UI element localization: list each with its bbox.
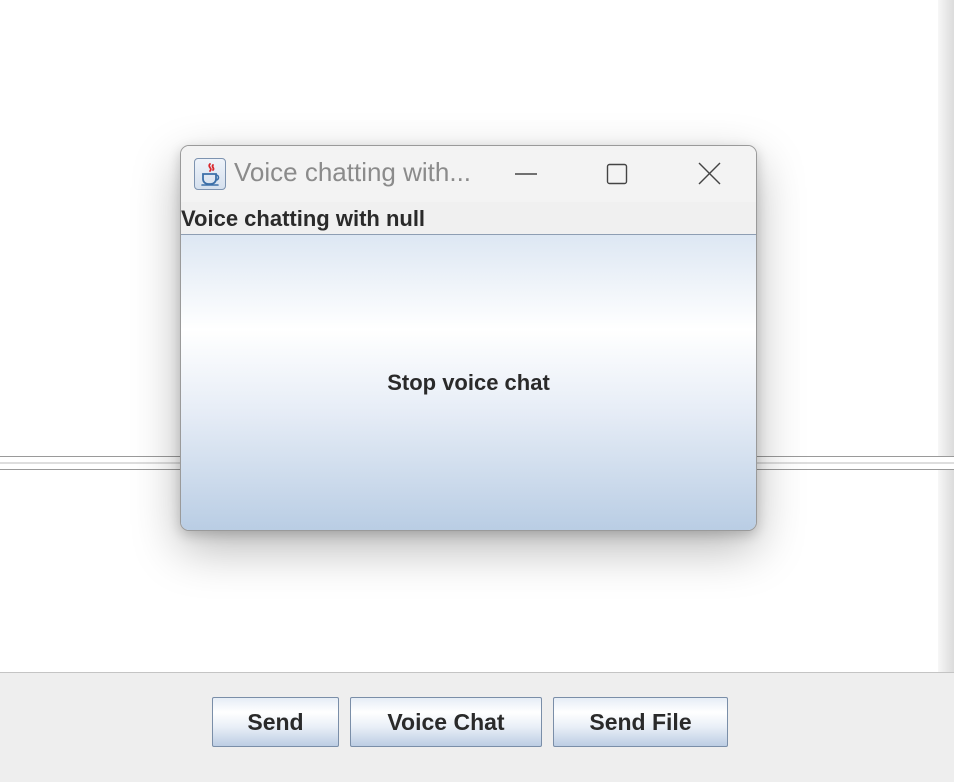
dialog-title: Voice chatting with... [234, 157, 472, 187]
stop-voice-chat-button[interactable]: Stop voice chat [181, 234, 756, 530]
voice-chat-status-label: Voice chatting with null [181, 206, 426, 231]
voice-chat-dialog: Voice chatting with... Voice chatting wi… [180, 145, 757, 531]
java-icon [194, 158, 226, 190]
send-file-button[interactable]: Send File [553, 697, 728, 747]
dialog-titlebar[interactable]: Voice chatting with... [181, 146, 756, 202]
send-button[interactable]: Send [212, 697, 339, 747]
maximize-icon[interactable] [593, 154, 639, 194]
close-icon[interactable] [686, 154, 732, 194]
stop-voice-chat-label: Stop voice chat [387, 370, 550, 395]
window-right-edge [938, 0, 954, 782]
minimize-icon[interactable] [502, 154, 548, 194]
voice-chat-button[interactable]: Voice Chat [350, 697, 542, 747]
